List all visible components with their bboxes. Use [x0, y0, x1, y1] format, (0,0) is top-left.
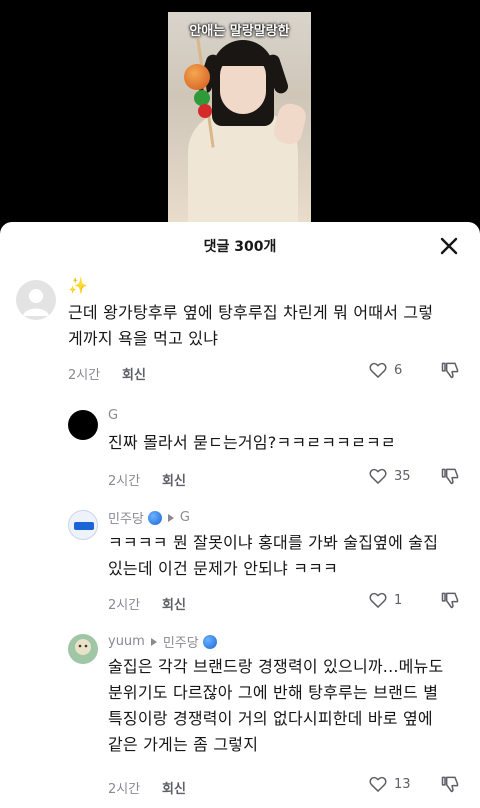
comment-item: 민주당 G ㅋㅋㅋㅋ 뭔 잘못이냐 홍대를 가봐 술집옆에 술집 있는데 이건 … — [0, 500, 480, 624]
comment-text-line: 특징이랑 경쟁력이 거의 없다시피한데 바로 옆에 — [108, 709, 433, 728]
like-count: 6 — [394, 362, 403, 378]
comment-text-line: 같은 가게는 좀 그렇지 — [108, 735, 259, 754]
reply-to-name: 민주당 — [162, 636, 199, 651]
comment-author[interactable]: G — [108, 408, 118, 423]
video-caption: 안애는 말랑말랑한 — [189, 24, 290, 39]
comment-time: 2시간 — [108, 474, 141, 489]
dislike-icon[interactable] — [440, 360, 460, 380]
like-button[interactable]: 6 — [368, 360, 402, 380]
comment-time: 2시간 — [108, 782, 141, 797]
video-thumbnail[interactable]: 안애는 말랑말랑한 — [168, 12, 311, 222]
author-name: yuum — [108, 634, 145, 649]
heart-icon — [369, 362, 387, 378]
reply-button[interactable]: 회신 — [122, 364, 146, 383]
heart-icon — [369, 468, 387, 484]
comment-text: 술집은 각각 브랜드랑 경쟁력이 있으니까...메뉴도 분위기도 다르잖아 그에… — [108, 654, 468, 758]
comment-text-line: 분위기도 다르잖아 그에 반해 탕후루는 브랜드 별 — [108, 683, 439, 702]
close-icon[interactable] — [438, 235, 460, 257]
comment-text-line: 게까지 욕을 먹고 있냐 — [68, 329, 219, 348]
party-logo-icon — [74, 522, 94, 530]
like-button[interactable]: 35 — [368, 466, 411, 486]
video-area[interactable]: 안애는 말랑말랑한 — [0, 0, 480, 222]
heart-icon — [369, 776, 387, 792]
comment-item: G 진짜 몰라서 묻ㄷ는거임?ㅋㅋㄹㅋㅋㄹㅋㄹ 2시간 회신 35 — [0, 400, 480, 500]
comment-text-line: ㅋㅋㅋㅋ 뭔 잘못이냐 홍대를 가봐 술집옆에 술집 — [108, 533, 439, 552]
dislike-icon[interactable] — [440, 590, 460, 610]
avatar[interactable] — [68, 410, 98, 440]
reply-button[interactable]: 회신 — [162, 594, 186, 613]
comment-time: 2시간 — [108, 598, 141, 613]
like-button[interactable]: 13 — [368, 774, 411, 794]
comment-item: ✨ 근데 왕가탕후루 옆에 탕후루집 차린게 뭐 어때서 그렇 게까지 욕을 먹… — [0, 270, 480, 400]
avatar[interactable] — [68, 634, 98, 664]
comment-text: ㅋㅋㅋㅋ 뭔 잘못이냐 홍대를 가봐 술집옆에 술집 있는데 이건 문제가 안되… — [108, 530, 468, 582]
comment-text-line: 근데 왕가탕후루 옆에 탕후루집 차린게 뭐 어때서 그렇 — [68, 303, 434, 322]
comment-text-line: 진짜 몰라서 묻ㄷ는거임?ㅋㅋㄹㅋㅋㄹㅋㄹ — [108, 433, 396, 452]
heart-icon — [369, 592, 387, 608]
reply-button[interactable]: 회신 — [162, 778, 186, 797]
like-count: 1 — [394, 592, 403, 608]
default-avatar-icon — [23, 289, 49, 316]
comment-author[interactable]: ✨ — [68, 276, 88, 295]
blue-circle-icon — [202, 634, 217, 649]
dislike-icon[interactable] — [440, 466, 460, 486]
reply-to-name: G — [179, 510, 190, 525]
comment-text-line: 술집은 각각 브랜드랑 경쟁력이 있으니까...메뉴도 — [108, 657, 444, 676]
author-name: 민주당 — [108, 512, 144, 527]
comment-time: 2시간 — [68, 368, 101, 383]
sheet-header: 댓글 300개 — [0, 222, 480, 270]
comments-count-title: 댓글 300개 — [203, 239, 277, 255]
author-name: G — [108, 408, 119, 423]
like-button[interactable]: 1 — [368, 590, 402, 610]
comment-author[interactable]: yuum 민주당 — [108, 632, 217, 651]
avatar[interactable] — [68, 510, 98, 540]
comment-author[interactable]: 민주당 G — [108, 508, 190, 527]
reply-button[interactable]: 회신 — [162, 470, 186, 489]
blue-circle-icon — [147, 510, 162, 525]
comment-text: 진짜 몰라서 묻ㄷ는거임?ㅋㅋㄹㅋㅋㄹㅋㄹ — [108, 430, 468, 456]
like-count: 35 — [394, 468, 411, 484]
comments-sheet: 댓글 300개 ✨ 근데 왕가탕후루 옆에 탕후루집 차린게 뭐 어때서 그렇 … — [0, 222, 480, 808]
dislike-icon[interactable] — [440, 774, 460, 794]
like-count: 13 — [394, 776, 411, 792]
reply-arrow-icon — [167, 513, 174, 522]
comment-text: 근데 왕가탕후루 옆에 탕후루집 차린게 뭐 어때서 그렇 게까지 욕을 먹고 … — [68, 300, 468, 352]
tanghulu-candy — [184, 64, 210, 90]
avatar[interactable] — [16, 280, 56, 320]
reply-arrow-icon — [150, 637, 157, 646]
author-name: ✨ — [68, 276, 88, 295]
character-avatar-icon — [75, 639, 91, 655]
comment-text-line: 있는데 이건 문제가 안되냐 ㅋㅋㅋ — [108, 559, 339, 578]
comment-item: yuum 민주당 술집은 각각 브랜드랑 경쟁력이 있으니까...메뉴도 분위기… — [0, 624, 480, 808]
